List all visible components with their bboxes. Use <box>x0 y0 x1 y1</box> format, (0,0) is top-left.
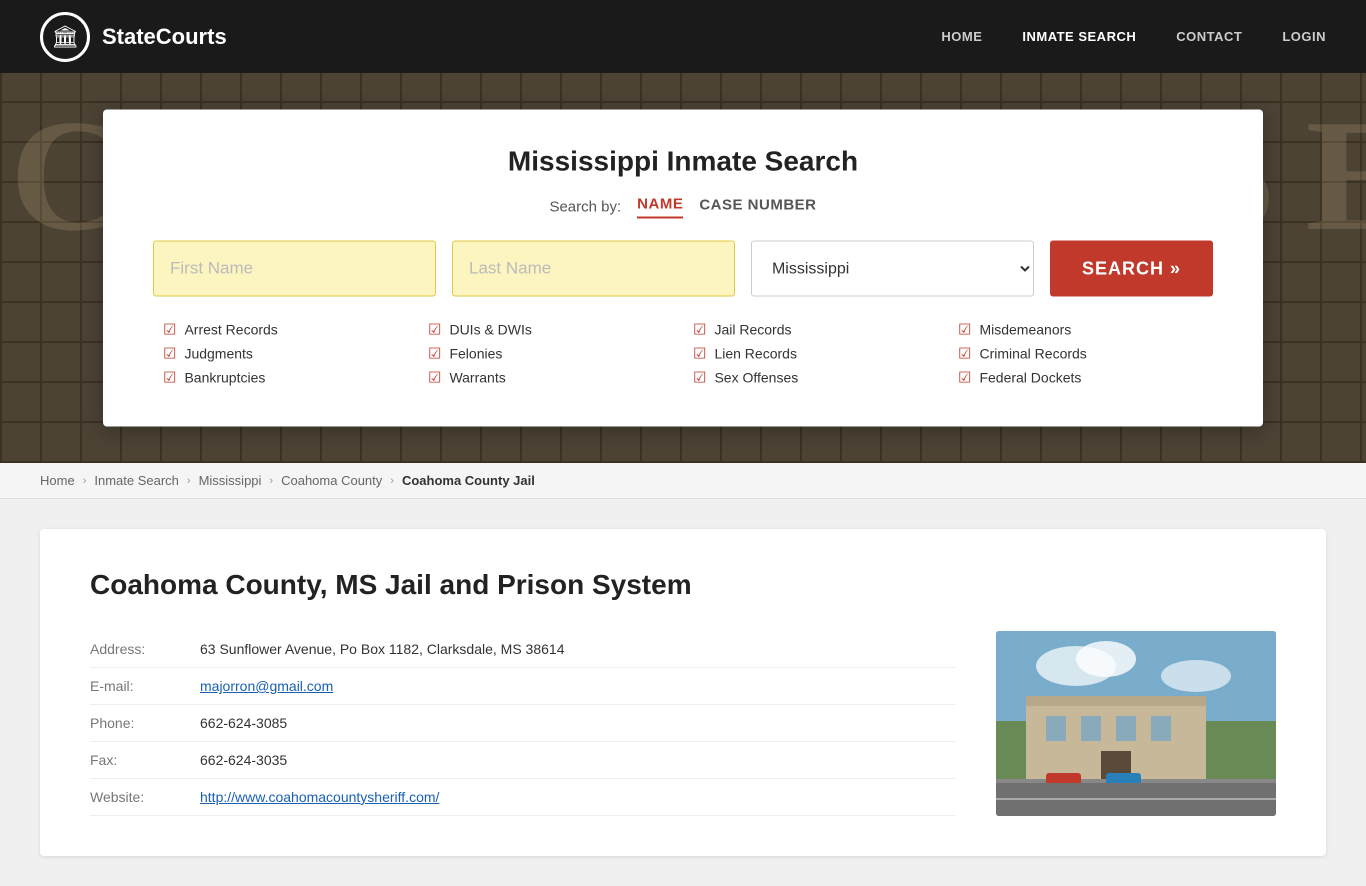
check-icon: ☑ <box>958 321 971 339</box>
info-table: Address: 63 Sunflower Avenue, Po Box 118… <box>90 631 956 816</box>
check-icon: ☑ <box>428 369 441 387</box>
feature-label: Misdemeanors <box>979 322 1071 338</box>
features-col-4: ☑ Misdemeanors ☑ Criminal Records ☑ Fede… <box>948 321 1213 387</box>
feature-criminal-records: ☑ Criminal Records <box>958 345 1203 363</box>
check-icon: ☑ <box>163 321 176 339</box>
first-name-input[interactable] <box>153 241 436 297</box>
breadcrumb-current: Coahoma County Jail <box>402 473 535 488</box>
phone-value: 662-624-3085 <box>200 715 287 731</box>
info-row-fax: Fax: 662-624-3035 <box>90 742 956 779</box>
search-card-title: Mississippi Inmate Search <box>153 146 1213 178</box>
fax-label: Fax: <box>90 752 180 768</box>
breadcrumb-sep-2: › <box>187 475 191 487</box>
check-icon: ☑ <box>693 345 706 363</box>
fax-value: 662-624-3035 <box>200 752 287 768</box>
features-col-2: ☑ DUIs & DWIs ☑ Felonies ☑ Warrants <box>418 321 683 387</box>
search-card: Mississippi Inmate Search Search by: NAM… <box>103 110 1263 427</box>
feature-judgments: ☑ Judgments <box>163 345 408 363</box>
feature-federal-dockets: ☑ Federal Dockets <box>958 369 1203 387</box>
breadcrumb: Home › Inmate Search › Mississippi › Coa… <box>0 463 1366 499</box>
phone-label: Phone: <box>90 715 180 731</box>
check-icon: ☑ <box>428 321 441 339</box>
search-button[interactable]: SEARCH » <box>1050 241 1213 297</box>
search-by-label: Search by: <box>549 199 621 216</box>
nav-contact[interactable]: CONTACT <box>1176 29 1242 44</box>
tab-name[interactable]: NAME <box>637 196 683 219</box>
content-card: Coahoma County, MS Jail and Prison Syste… <box>40 529 1326 856</box>
tab-case-number[interactable]: CASE NUMBER <box>699 197 816 218</box>
feature-arrest-records: ☑ Arrest Records <box>163 321 408 339</box>
breadcrumb-inmate-search[interactable]: Inmate Search <box>94 473 179 488</box>
main-nav: HOME INMATE SEARCH CONTACT LOGIN <box>941 29 1326 44</box>
breadcrumb-coahoma-county[interactable]: Coahoma County <box>281 473 382 488</box>
feature-label: Judgments <box>184 346 252 362</box>
feature-label: Federal Dockets <box>979 370 1081 386</box>
check-icon: ☑ <box>428 345 441 363</box>
email-label: E-mail: <box>90 678 180 694</box>
search-inputs-row: AlabamaAlaskaArizonaArkansasCaliforniaCo… <box>153 241 1213 297</box>
nav-inmate-search[interactable]: INMATE SEARCH <box>1022 29 1136 44</box>
feature-sex-offenses: ☑ Sex Offenses <box>693 369 938 387</box>
feature-label: Felonies <box>449 346 502 362</box>
main-content: Coahoma County, MS Jail and Prison Syste… <box>0 499 1366 886</box>
breadcrumb-home[interactable]: Home <box>40 473 75 488</box>
info-row-website: Website: http://www.coahomacountysheriff… <box>90 779 956 816</box>
feature-warrants: ☑ Warrants <box>428 369 673 387</box>
email-link[interactable]: majorron@gmail.com <box>200 678 333 694</box>
feature-label: Criminal Records <box>979 346 1086 362</box>
website-label: Website: <box>90 789 180 805</box>
info-row-phone: Phone: 662-624-3085 <box>90 705 956 742</box>
nav-login[interactable]: LOGIN <box>1282 29 1326 44</box>
address-label: Address: <box>90 641 180 657</box>
facility-title: Coahoma County, MS Jail and Prison Syste… <box>90 569 1276 601</box>
breadcrumb-sep-3: › <box>269 475 273 487</box>
last-name-input[interactable] <box>452 241 735 297</box>
breadcrumb-sep-4: › <box>390 475 394 487</box>
hero-section: COURTHOUSE Mississippi Inmate Search Sea… <box>0 73 1366 463</box>
check-icon: ☑ <box>958 345 971 363</box>
feature-label: DUIs & DWIs <box>449 322 531 338</box>
check-icon: ☑ <box>693 321 706 339</box>
nav-home[interactable]: HOME <box>941 29 982 44</box>
check-icon: ☑ <box>958 369 971 387</box>
feature-duis: ☑ DUIs & DWIs <box>428 321 673 339</box>
feature-label: Lien Records <box>714 346 797 362</box>
feature-jail-records: ☑ Jail Records <box>693 321 938 339</box>
feature-bankruptcies: ☑ Bankruptcies <box>163 369 408 387</box>
feature-lien-records: ☑ Lien Records <box>693 345 938 363</box>
info-row-address: Address: 63 Sunflower Avenue, Po Box 118… <box>90 631 956 668</box>
info-layout: Address: 63 Sunflower Avenue, Po Box 118… <box>90 631 1276 816</box>
state-select[interactable]: AlabamaAlaskaArizonaArkansasCaliforniaCo… <box>751 241 1034 297</box>
check-icon: ☑ <box>163 369 176 387</box>
check-icon: ☑ <box>163 345 176 363</box>
site-header: 🏛 StateCourts HOME INMATE SEARCH CONTACT… <box>0 0 1366 73</box>
facility-image <box>996 631 1276 816</box>
feature-felonies: ☑ Felonies <box>428 345 673 363</box>
search-by-row: Search by: NAME CASE NUMBER <box>153 196 1213 219</box>
feature-label: Arrest Records <box>184 322 277 338</box>
feature-label: Sex Offenses <box>714 370 798 386</box>
breadcrumb-sep-1: › <box>83 475 87 487</box>
logo-icon: 🏛 <box>40 12 90 62</box>
address-value: 63 Sunflower Avenue, Po Box 1182, Clarks… <box>200 641 565 657</box>
breadcrumb-mississippi[interactable]: Mississippi <box>199 473 262 488</box>
website-link[interactable]: http://www.coahomacountysheriff.com/ <box>200 789 439 805</box>
info-row-email: E-mail: majorron@gmail.com <box>90 668 956 705</box>
logo[interactable]: 🏛 StateCourts <box>40 12 227 62</box>
feature-label: Bankruptcies <box>184 370 265 386</box>
feature-label: Jail Records <box>714 322 791 338</box>
facility-image-placeholder <box>996 631 1276 816</box>
feature-misdemeanors: ☑ Misdemeanors <box>958 321 1203 339</box>
features-grid: ☑ Arrest Records ☑ Judgments ☑ Bankruptc… <box>153 321 1213 387</box>
feature-label: Warrants <box>449 370 505 386</box>
features-col-3: ☑ Jail Records ☑ Lien Records ☑ Sex Offe… <box>683 321 948 387</box>
features-col-1: ☑ Arrest Records ☑ Judgments ☑ Bankruptc… <box>153 321 418 387</box>
check-icon: ☑ <box>693 369 706 387</box>
logo-text: StateCourts <box>102 24 227 50</box>
